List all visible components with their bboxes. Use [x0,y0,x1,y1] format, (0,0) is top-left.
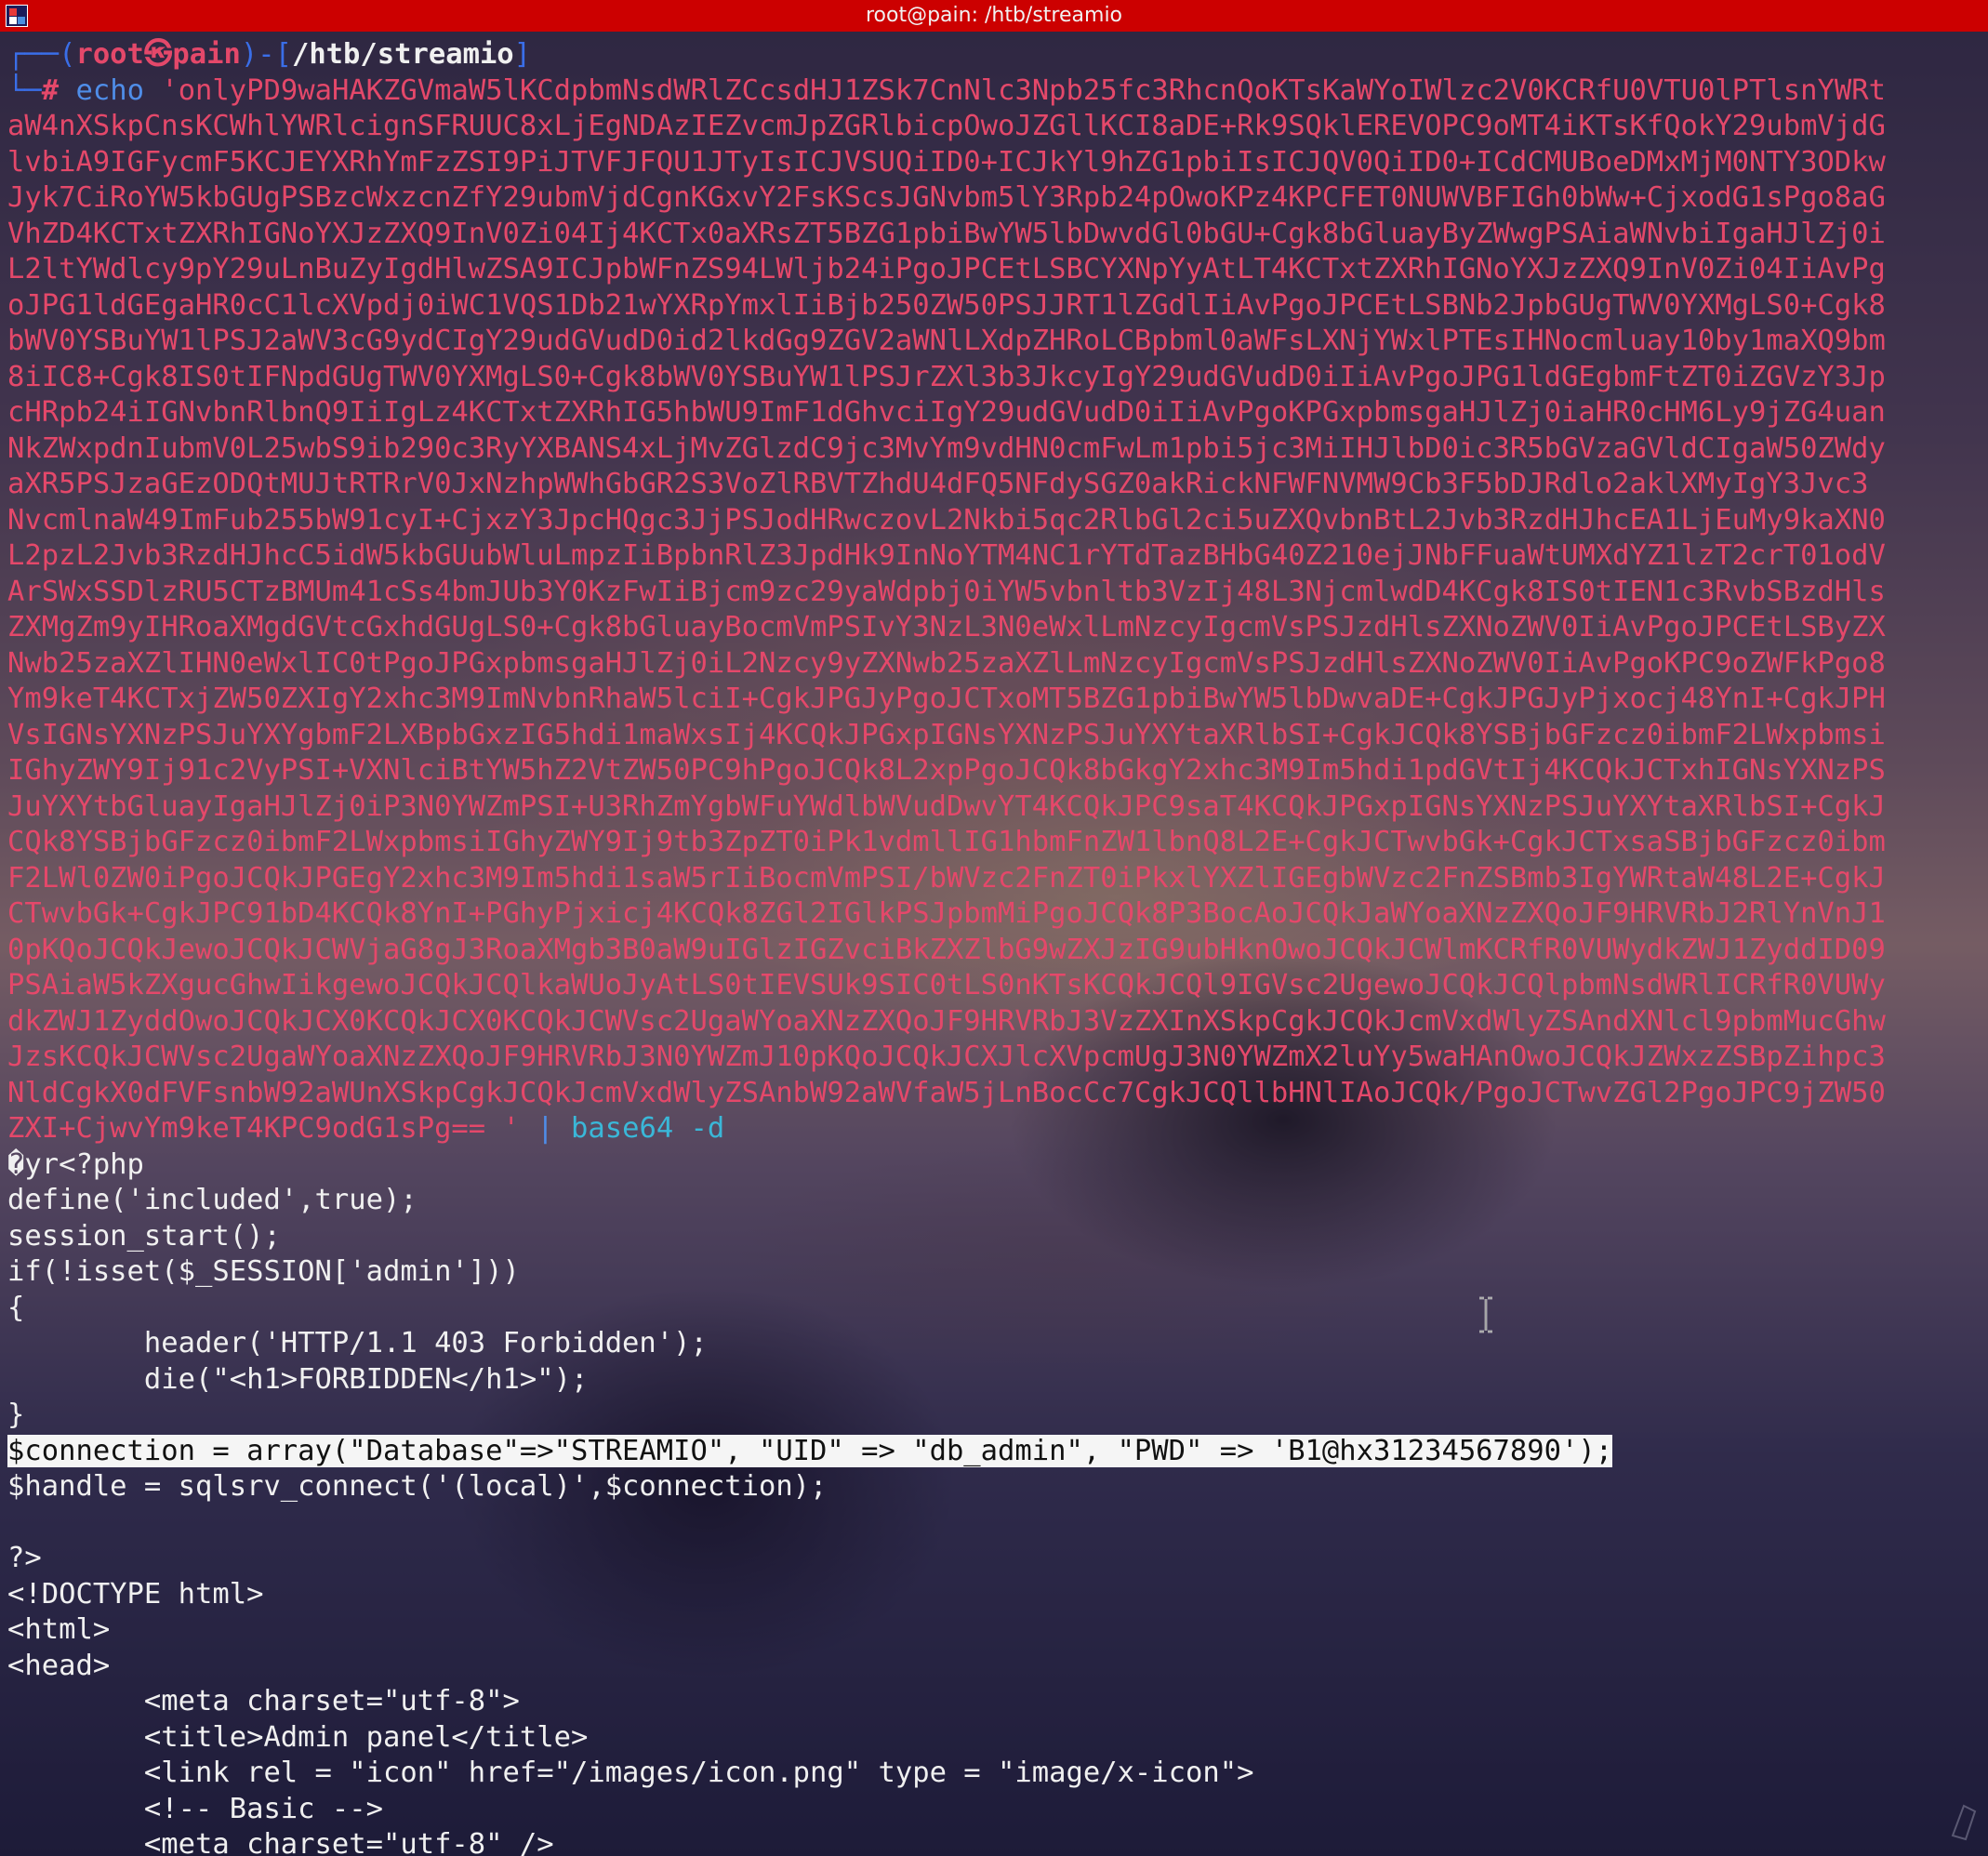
base64-line: VhZD4KCTxtZXRhIGNoYXJzZXQ9InV0Zi04Ij4KCT… [7,217,1886,250]
terminal-viewport[interactable]: ┌──(root㉿pain)-[/htb/streamio] └─# echo … [0,32,1988,1856]
pipe-symbol: | [537,1112,554,1145]
output-line: <!-- Basic --> [7,1792,383,1825]
quote-close: ' [502,1112,537,1145]
command-line: └─# echo 'onlyPD9waHAKZGVmaW5lKCdpbmNsdW… [7,73,1988,110]
text-cursor-icon [1479,1296,1492,1333]
output-line: session_start(); [7,1219,281,1253]
output-line: <!DOCTYPE html> [7,1577,264,1611]
base64-line: CTwvbGk+CgkJPC91bD4KCQk8YnI+PGhyPjxicj4K… [7,897,1886,930]
base64-line: aXR5PSJzaGEzODQtMUJtRTRrV0JxNzhpWWhGbGR2… [7,468,1869,500]
output-line: <title>Admin panel</title> [7,1720,589,1754]
quote-open: ' [161,73,179,107]
output-line: die("<h1>FORBIDDEN</h1>"); [7,1362,589,1396]
base64-line: lvbiA9IGFycmF5KCJEYXRhYmFzZSI9PiJTVFJFQU… [7,145,1886,179]
output-line: �yr<?php [7,1147,144,1181]
base64-line: JuYXYtbGluayIgaHJlZj0iP3N0YWZmPSI+U3RhZm… [7,789,1886,823]
base64-line: ZXMgZm9yIHRoaXMgdGVtcGxhdGUgLS0+Cgk8bGlu… [7,611,1886,643]
output-line: <link rel = "icon" href="/images/icon.pn… [7,1757,1254,1789]
base64-line: aW4nXSkpCnsKCWhlYWRlcignSFRUUC8xLjEgNDAz… [7,110,1886,142]
output-line: if(!isset($_SESSION['admin'])) [7,1255,520,1288]
base64-line: F2LWl0ZW0iPgoJCQkJPGEgY2xhc3M9Im5hdi1saW… [7,861,1886,895]
prompt-user: root [75,38,144,71]
prompt-path: /htb/streamio [291,38,514,71]
output-line: $handle = sqlsrv_connect('(local)',$conn… [7,1470,828,1503]
base64-line: bWV0YSBuYW1lPSJ2aWV3cG9ydCIgY29udGVudD0i… [7,325,1886,357]
window-title: root@pain: /htb/streamio [865,4,1123,27]
base64-line: NldCgkX0dFVFsnbW92aWUnXSkpCgkJCQkJcmVxdW… [7,1076,1886,1109]
base64-line: oJPG1ldGEgaHR0cC1lcXVpdj0iWC1VQS1Db21wYX… [7,288,1886,322]
output-line: <meta charset="utf-8"> [7,1685,520,1717]
base64-line: L2pzL2Jvb3RzdHJhcC5idW5kbGUubWluLmpzIiBp… [7,539,1886,572]
terminal-window: root@pain: /htb/streamio ┌──(root㉿pain)-… [0,0,1988,1856]
base64-line: L2ltYWdlcy9pY29uLnBuZyIgdHlwZSA9ICJpbWFn… [7,253,1886,285]
command-echo: echo [75,73,144,107]
scroll-widget-icon[interactable] [1945,1798,1982,1843]
output-line: ?> [7,1542,42,1574]
terminal-app-icon[interactable] [6,5,28,27]
prompt-hash: # [41,73,60,107]
base64-line: Jyk7CiRoYW5kbGUgPSBzcWxzcnZfY29ubmVjdCgn… [7,181,1886,214]
base64-line: 8iIC8+Cgk8IS0tIFNpdGUgTWV0YXMgLS0+Cgk8bW… [7,360,1886,393]
base64-line: cHRpb24iIGNvbnRlbnQ9IiIgLz4KCTxtZXRhIG5h… [7,396,1886,429]
prompt-host: pain [172,38,241,71]
prompt-end: ] [513,38,532,71]
prompt-mid: )-[ [240,38,292,71]
base64-first-chunk: onlyPD9waHAKZGVmaW5lKCdpbmNsdWRlZCcsdHJ1… [178,73,1886,107]
output-line: { [7,1291,25,1324]
base64-line: NvcmlnaW49ImFub255bW91cyI+CjxzY3JpcHQgc3… [7,503,1886,537]
base64-block: aW4nXSkpCnsKCWhlYWRlcignSFRUUC8xLjEgNDAz… [7,109,1988,1147]
base64-line: CQk8YSBjbGFzcz0ibmF2LWxpbmsiIGhyZWY9Ij9t… [7,826,1886,858]
base64-line: PSAiaW5kZXgucGhwIikgewoJCQkJCQlkaWUoJyAt… [7,969,1886,1001]
base64-last-chunk: ZXI+CjwvYm9keT4KPC9odG1sPg== [7,1112,503,1145]
base64-line: dkZWJ1ZyddOwoJCQkJCX0KCQkJCX0KCQkJCWVsc2… [7,1004,1886,1038]
base64-line: Nwb25zaXZlIHN0eWxlIC0tPgoJPGxpbmsgaHJlZj… [7,646,1886,680]
base64-line: NkZWxpdnIubmV0L25wbS9ib290c3RyYXBANS4xLj… [7,431,1886,465]
base64-decode-command: base64 -d [571,1112,725,1145]
base64-line: ArSWxSSDlzRU5CTzBMUm41cSs4bmJUb3Y0KzFwIi… [7,575,1886,608]
output-line: <html> [7,1613,111,1646]
base64-line: JzsKCQkJCWVsc2UgaWYoaXNzZXQoJF9HRVRbJ3N0… [7,1041,1886,1073]
output-line: define('included',true); [7,1184,417,1216]
title-bar[interactable]: root@pain: /htb/streamio [0,0,1988,32]
base64-line: ZXI+CjwvYm9keT4KPC9odG1sPg== ' | base64 … [7,1111,1988,1147]
skull-icon: ㉿ [143,38,173,71]
base64-line: VsIGNsYXNzPSJuYXYgbmF2LXBpbGxzIG5hdi1maW… [7,718,1886,751]
base64-line: 0pKQoJCQkJewoJCQkJCWVjaG8gJ3RoaXMgb3B0aW… [7,933,1886,966]
decoded-output: �yr<?php define('included',true); session_… [7,1147,1988,1856]
highlighted-credentials-line: $connection = array("Database"=>"STREAMI… [7,1434,1988,1470]
terminal-output: ┌──(root㉿pain)-[/htb/streamio] └─# echo … [0,32,1988,1856]
base64-line: Ym9keT4KCTxjZW50ZXIgY2xhc3M9ImNvbnRhaW5l… [7,683,1886,715]
prompt-line-top: ┌──(root㉿pain)-[/htb/streamio] [7,37,1988,73]
output-line: <head> [7,1649,111,1682]
base64-line: IGhyZWY9Ij91c2VyPSI+VXNlciBtYW5hZ2VtZW50… [7,754,1886,787]
output-line: header('HTTP/1.1 403 Forbidden'); [7,1327,708,1359]
prompt-corner-top: ┌──( [7,38,76,71]
prompt-corner-bottom: └─ [7,73,42,107]
selection-highlight[interactable]: $connection = array("Database"=>"STREAMI… [7,1434,1613,1467]
output-line: <meta charset="utf-8" /> [7,1828,554,1856]
output-line: } [7,1399,25,1431]
